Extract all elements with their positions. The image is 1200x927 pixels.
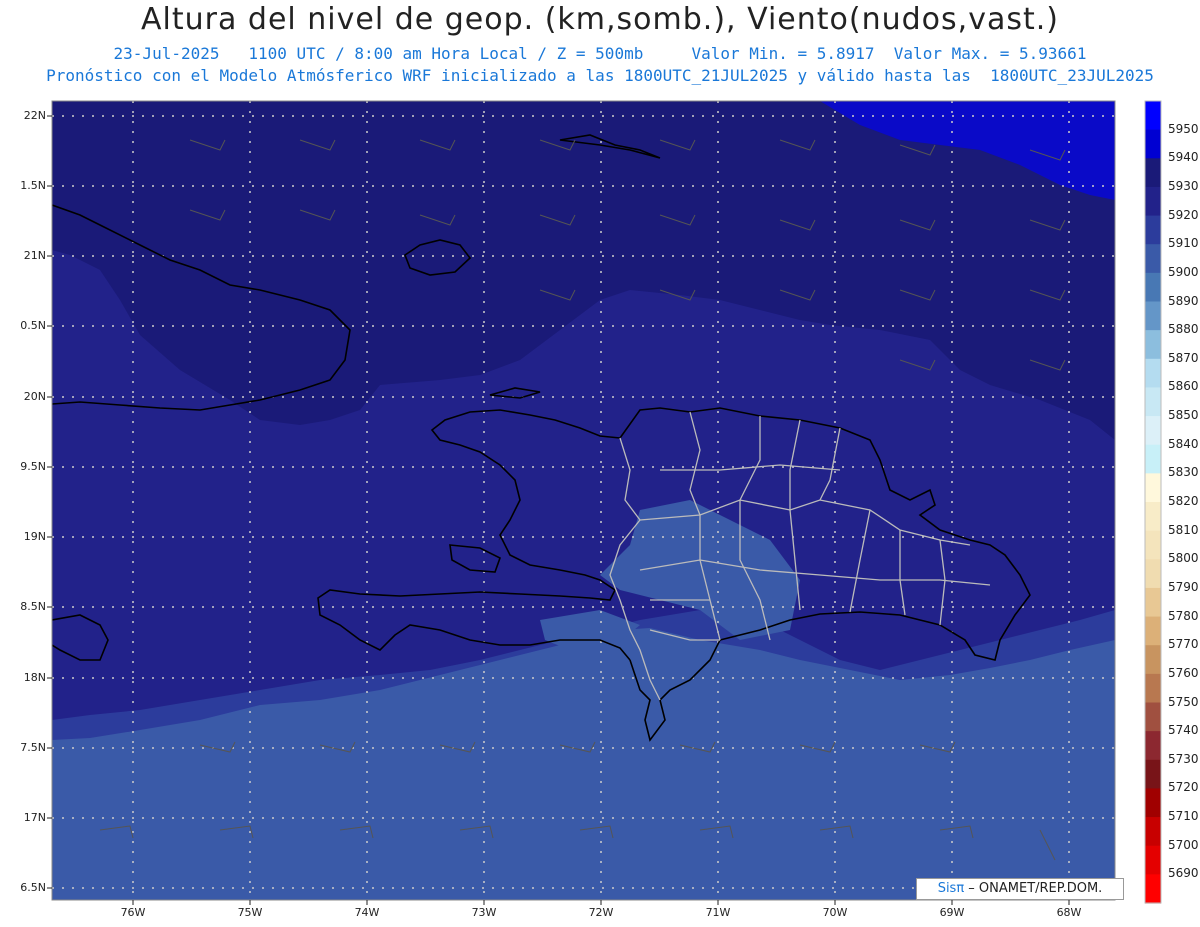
colorbar-level-label: 5730	[1168, 751, 1199, 766]
colorbar-level-label: 5910	[1168, 236, 1199, 251]
colorbar-level-label: 5750	[1168, 694, 1199, 709]
lat-label-21n: 21N	[23, 249, 46, 262]
colorbar-swatch	[1145, 817, 1161, 847]
lat-label-22n: 22N	[23, 109, 46, 122]
colorbar-level-label: 5860	[1168, 379, 1199, 394]
colorbar-swatch	[1145, 301, 1161, 331]
credit-brand: Sisπ	[937, 881, 965, 896]
lon-label-75w: 75W	[237, 906, 263, 919]
colorbar-swatch	[1145, 845, 1161, 875]
colorbar-swatch	[1145, 530, 1161, 560]
colorbar-level-label: 5780	[1168, 608, 1199, 623]
lat-label-17n: 17N	[23, 811, 46, 824]
colorbar-swatch	[1145, 874, 1161, 904]
colorbar-swatch	[1145, 215, 1161, 245]
colorbar-level-label: 5950	[1168, 121, 1199, 136]
lon-label-76w: 76W	[120, 906, 146, 919]
lat-label-19n: 19N	[23, 530, 46, 543]
colorbar-swatch	[1145, 416, 1161, 446]
credit-text: – ONAMET/REP.DOM.	[964, 881, 1103, 896]
colorbar-swatch	[1145, 101, 1161, 131]
colorbar-level-label: 5770	[1168, 637, 1199, 652]
lat-label-18-5n: 8.5N	[20, 600, 46, 613]
colorbar-level-label: 5810	[1168, 522, 1199, 537]
colorbar-level-label: 5740	[1168, 723, 1199, 738]
colorbar-swatch	[1145, 330, 1161, 360]
colorbar	[1145, 101, 1161, 904]
lat-label-21-5n: 1.5N	[20, 179, 46, 192]
lat-label-19-5n: 9.5N	[20, 460, 46, 473]
colorbar-swatch	[1145, 673, 1161, 704]
colorbar-level-label: 5880	[1168, 322, 1199, 337]
colorbar-level-label: 5760	[1168, 665, 1199, 680]
colorbar-swatch	[1145, 559, 1161, 589]
lat-label-17-5n: 7.5N	[20, 741, 46, 754]
colorbar-level-label: 5850	[1168, 408, 1199, 423]
lon-label-73w: 73W	[471, 906, 497, 919]
lon-label-69w: 69W	[939, 906, 965, 919]
colorbar-level-label: 5930	[1168, 178, 1199, 193]
colorbar-swatch	[1145, 702, 1161, 732]
colorbar-level-label: 5720	[1168, 780, 1199, 795]
colorbar-swatch	[1145, 129, 1161, 159]
map-canvas	[47, 100, 1162, 905]
colorbar-swatch	[1145, 502, 1161, 532]
lon-label-68w: 68W	[1056, 906, 1082, 919]
credit-box: Sisπ – ONAMET/REP.DOM.	[916, 878, 1124, 900]
colorbar-swatch	[1145, 473, 1161, 503]
lat-label-20n: 20N	[23, 390, 46, 403]
colorbar-level-label: 5700	[1168, 837, 1199, 852]
colorbar-level-label: 5800	[1168, 551, 1199, 566]
colorbar-swatch	[1145, 444, 1161, 474]
colorbar-swatch	[1145, 244, 1161, 274]
lat-label-16-5n: 6.5N	[20, 881, 46, 894]
lat-label-20-5n: 0.5N	[20, 319, 46, 332]
colorbar-swatch	[1145, 616, 1161, 646]
colorbar-swatch	[1145, 272, 1161, 303]
colorbar-swatch	[1145, 186, 1161, 217]
colorbar-level-label: 5870	[1168, 350, 1199, 365]
colorbar-level-label: 5900	[1168, 264, 1199, 279]
colorbar-level-label: 5890	[1168, 293, 1199, 308]
colorbar-swatch	[1145, 158, 1161, 188]
lon-label-74w: 74W	[354, 906, 380, 919]
colorbar-level-label: 5840	[1168, 436, 1199, 451]
colorbar-swatch	[1145, 387, 1161, 417]
colorbar-level-label: 5940	[1168, 150, 1199, 165]
colorbar-level-label: 5690	[1168, 866, 1199, 881]
lat-label-18n: 18N	[23, 671, 46, 684]
colorbar-swatch	[1145, 759, 1161, 790]
colorbar-swatch	[1145, 731, 1161, 761]
colorbar-level-label: 5830	[1168, 465, 1199, 480]
lon-label-72w: 72W	[588, 906, 614, 919]
colorbar-level-label: 5710	[1168, 809, 1199, 824]
lon-label-71w: 71W	[705, 906, 731, 919]
colorbar-level-label: 5790	[1168, 579, 1199, 594]
colorbar-level-label: 5920	[1168, 207, 1199, 222]
colorbar-swatch	[1145, 788, 1161, 818]
colorbar-swatch	[1145, 587, 1161, 618]
colorbar-level-label: 5820	[1168, 494, 1199, 508]
lon-label-70w: 70W	[822, 906, 848, 919]
colorbar-swatch	[1145, 358, 1161, 389]
colorbar-swatch	[1145, 645, 1161, 675]
